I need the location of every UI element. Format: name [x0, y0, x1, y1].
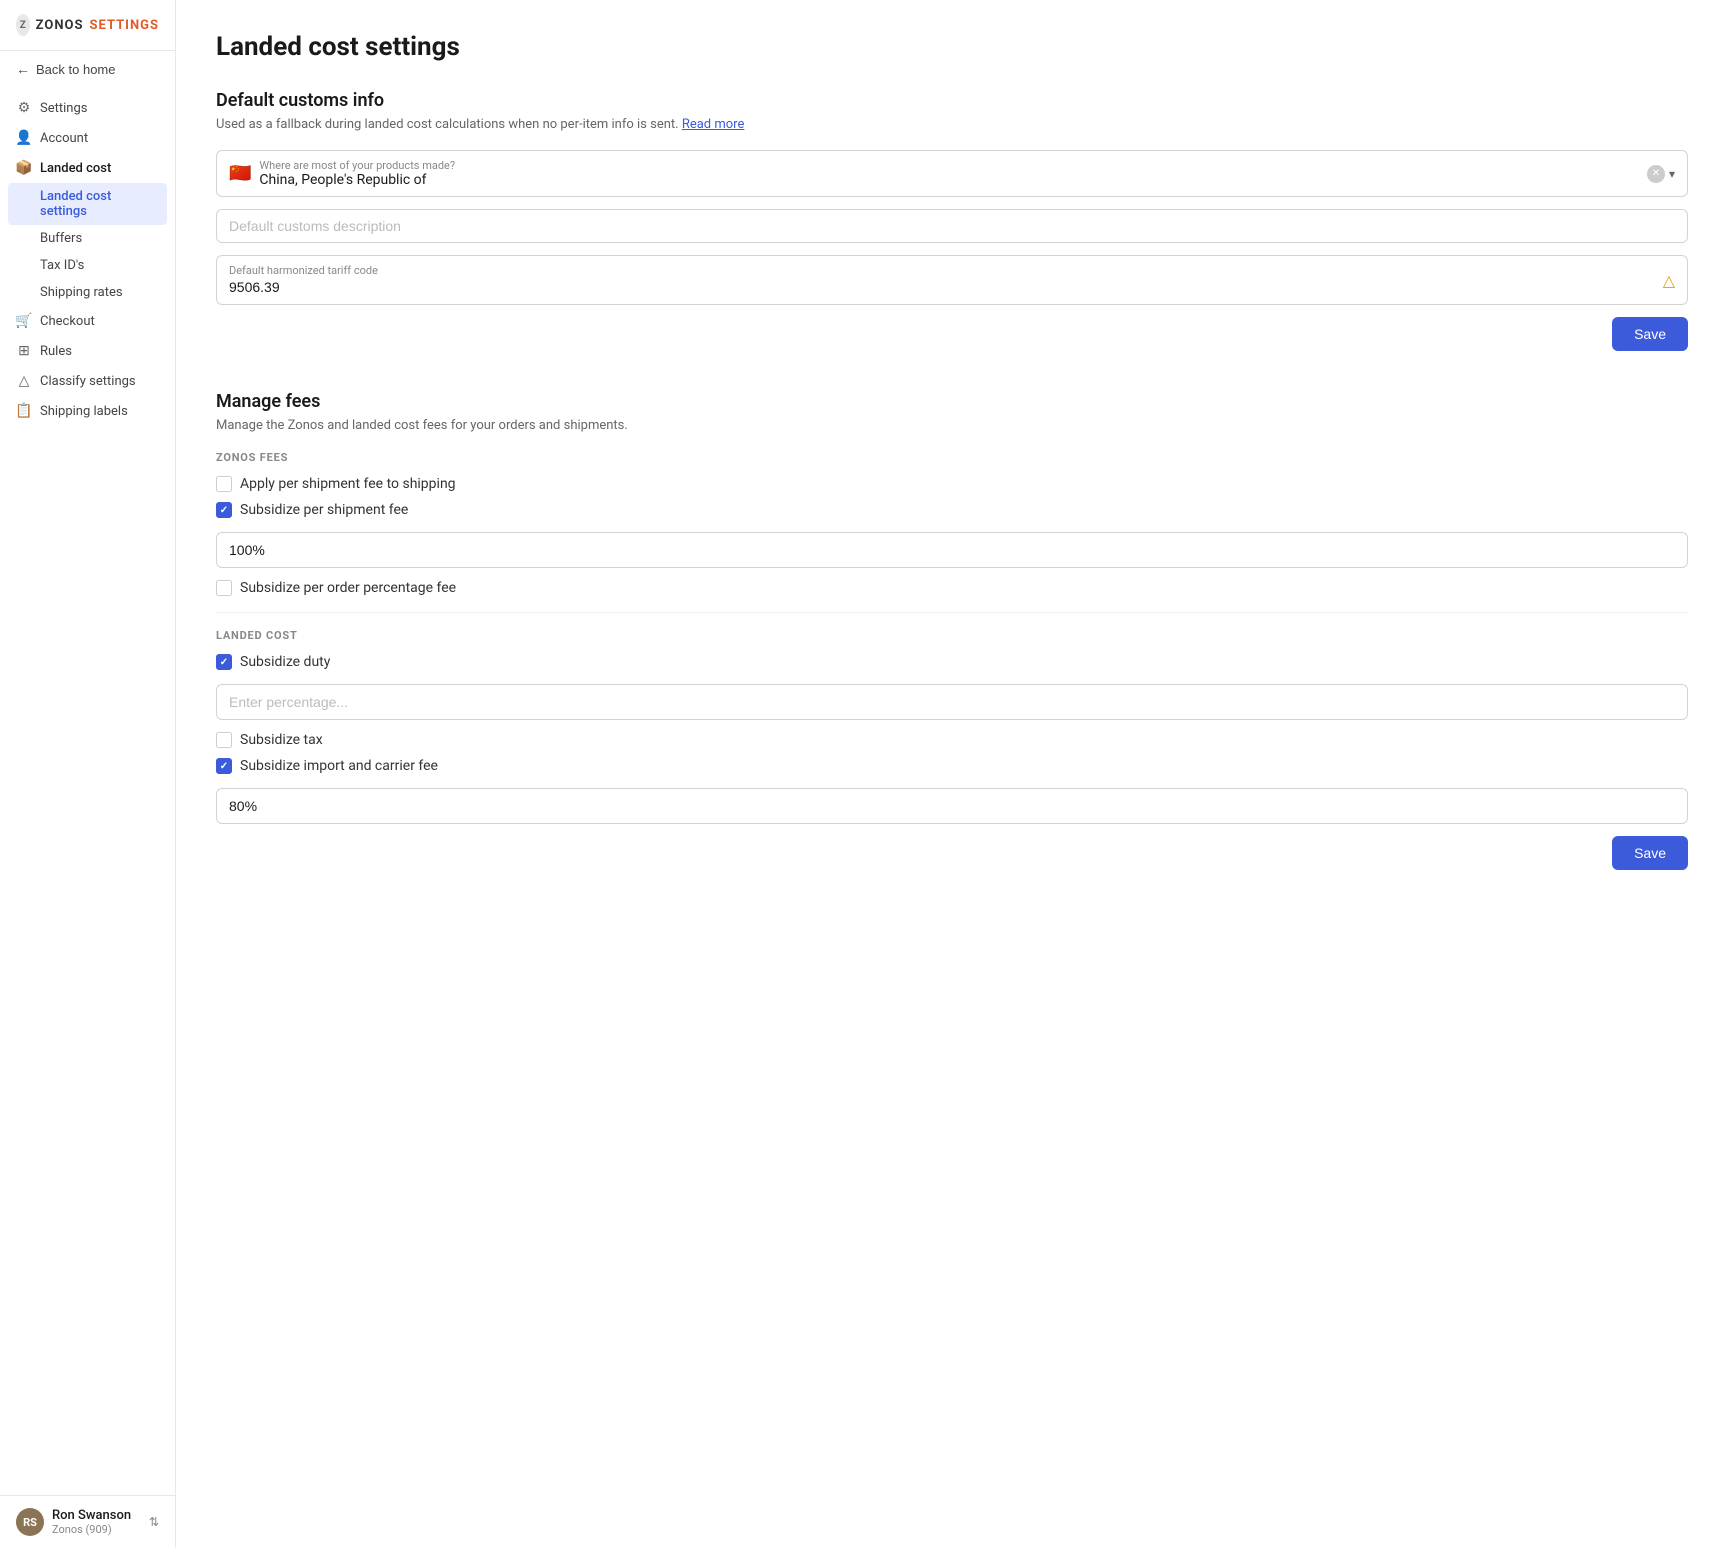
fees-section-title: Manage fees — [216, 391, 1688, 412]
logo-icon: Z — [16, 14, 30, 36]
sidebar-item-account[interactable]: 👤 Account — [0, 123, 175, 153]
logo-settings: SETTINGS — [90, 18, 160, 33]
sidebar-item-landed-cost-label: Landed cost — [40, 161, 111, 176]
landed-cost-settings-label: Landed cost settings — [40, 189, 151, 219]
tariff-code-input[interactable] — [229, 279, 1663, 295]
clear-country-button[interactable]: ✕ — [1647, 165, 1665, 183]
subsidize-tax-label: Subsidize tax — [240, 732, 323, 748]
fees-section-desc: Manage the Zonos and landed cost fees fo… — [216, 418, 1688, 433]
landed-cost-label: LANDED COST — [216, 629, 1688, 642]
landed-cost-icon: 📦 — [16, 160, 32, 176]
page-title: Landed cost settings — [216, 32, 1688, 62]
duty-percentage-input[interactable] — [216, 684, 1688, 720]
tariff-code-field: Default harmonized tariff code △ — [216, 255, 1688, 305]
shipping-rates-label: Shipping rates — [40, 285, 123, 300]
country-select[interactable]: 🇨🇳 Where are most of your products made?… — [216, 150, 1688, 197]
user-menu[interactable]: RS Ron Swanson Zonos (909) ⇅ — [0, 1495, 175, 1548]
sidebar-item-classify-settings[interactable]: △ Classify settings — [0, 366, 175, 396]
back-button-label: Back to home — [36, 62, 116, 77]
read-more-link[interactable]: Read more — [682, 117, 745, 132]
sidebar-item-landed-cost[interactable]: 📦 Landed cost — [0, 153, 175, 183]
nav-sub-landed-cost: Landed cost settings Buffers Tax ID's Sh… — [0, 183, 175, 306]
sidebar-item-landed-cost-settings[interactable]: Landed cost settings — [8, 183, 167, 225]
subsidize-duty-label: Subsidize duty — [240, 654, 330, 670]
subsidize-per-shipment-checkbox[interactable] — [216, 502, 232, 518]
sidebar-item-checkout[interactable]: 🛒 Checkout — [0, 306, 175, 336]
sidebar-item-settings[interactable]: ⚙ Settings — [0, 93, 175, 123]
subsidize-shipment-input[interactable] — [216, 532, 1688, 568]
sidebar: Z ZONOS SETTINGS ← Back to home ⚙ Settin… — [0, 0, 176, 1548]
country-value: China, People's Republic of — [259, 172, 1639, 188]
user-name: Ron Swanson — [52, 1508, 141, 1523]
sidebar-item-shipping-labels[interactable]: 📋 Shipping labels — [0, 396, 175, 426]
subsidize-import-label: Subsidize import and carrier fee — [240, 758, 438, 774]
country-label-area: Where are most of your products made? Ch… — [259, 159, 1639, 188]
sidebar-item-rules-label: Rules — [40, 344, 72, 359]
shipping-labels-icon: 📋 — [16, 403, 32, 419]
sidebar-item-account-label: Account — [40, 131, 88, 146]
main-content: Landed cost settings Default customs inf… — [176, 0, 1728, 1548]
subsidize-duty-checkbox[interactable] — [216, 654, 232, 670]
subsidize-import-row: Subsidize import and carrier fee — [216, 758, 1688, 774]
subsidize-per-shipment-row: Subsidize per shipment fee — [216, 502, 1688, 518]
nav-section-main: ⚙ Settings 👤 Account 📦 Landed cost Lande… — [0, 87, 175, 432]
avatar: RS — [16, 1508, 44, 1536]
logo-name: ZONOS — [36, 18, 84, 33]
tariff-warning-icon: △ — [1663, 271, 1675, 290]
user-menu-chevron-icon: ⇅ — [149, 1515, 159, 1529]
tax-ids-label: Tax ID's — [40, 258, 84, 273]
user-org: Zonos (909) — [52, 1523, 141, 1536]
apply-per-shipment-label: Apply per shipment fee to shipping — [240, 476, 456, 492]
sidebar-logo: Z ZONOS SETTINGS — [0, 0, 175, 51]
subsidize-tax-row: Subsidize tax — [216, 732, 1688, 748]
sidebar-item-buffers[interactable]: Buffers — [0, 225, 175, 252]
country-flag-icon: 🇨🇳 — [229, 163, 251, 184]
checkout-icon: 🛒 — [16, 313, 32, 329]
customs-section-desc: Used as a fallback during landed cost ca… — [216, 117, 1688, 132]
subsidize-per-shipment-label: Subsidize per shipment fee — [240, 502, 408, 518]
customs-info-section: Default customs info Used as a fallback … — [216, 90, 1688, 351]
sidebar-item-shipping-rates[interactable]: Shipping rates — [0, 279, 175, 306]
country-field-label: Where are most of your products made? — [259, 159, 1639, 172]
back-arrow-icon: ← — [16, 61, 30, 77]
classify-icon: △ — [16, 373, 32, 389]
rules-icon: ⊞ — [16, 343, 32, 359]
account-icon: 👤 — [16, 130, 32, 146]
customs-description-input[interactable] — [229, 218, 1675, 234]
apply-per-shipment-row: Apply per shipment fee to shipping — [216, 476, 1688, 492]
back-to-home-button[interactable]: ← Back to home — [0, 51, 175, 87]
subsidize-tax-checkbox[interactable] — [216, 732, 232, 748]
apply-per-shipment-checkbox[interactable] — [216, 476, 232, 492]
sidebar-item-shipping-labels-label: Shipping labels — [40, 404, 128, 419]
customs-save-button[interactable]: Save — [1612, 317, 1688, 351]
sidebar-item-settings-label: Settings — [40, 101, 87, 116]
user-info: Ron Swanson Zonos (909) — [52, 1508, 141, 1536]
subsidize-order-label: Subsidize per order percentage fee — [240, 580, 456, 596]
sidebar-item-rules[interactable]: ⊞ Rules — [0, 336, 175, 366]
sidebar-item-tax-ids[interactable]: Tax ID's — [0, 252, 175, 279]
zonos-fees-label: ZONOS FEES — [216, 451, 1688, 464]
sidebar-item-checkout-label: Checkout — [40, 314, 95, 329]
import-percentage-input[interactable] — [216, 788, 1688, 824]
buffers-label: Buffers — [40, 231, 82, 246]
country-actions: ✕ ▾ — [1647, 165, 1675, 183]
subsidize-duty-row: Subsidize duty — [216, 654, 1688, 670]
fees-save-button[interactable]: Save — [1612, 836, 1688, 870]
customs-description-field — [216, 209, 1688, 243]
section-divider — [216, 612, 1688, 613]
subsidize-order-checkbox[interactable] — [216, 580, 232, 596]
subsidize-order-row: Subsidize per order percentage fee — [216, 580, 1688, 596]
sidebar-item-classify-label: Classify settings — [40, 374, 136, 389]
customs-section-title: Default customs info — [216, 90, 1688, 111]
country-chevron-icon: ▾ — [1669, 167, 1675, 181]
subsidize-import-checkbox[interactable] — [216, 758, 232, 774]
fees-section: Manage fees Manage the Zonos and landed … — [216, 391, 1688, 870]
settings-icon: ⚙ — [16, 100, 32, 116]
tariff-field-label: Default harmonized tariff code — [229, 264, 1663, 277]
